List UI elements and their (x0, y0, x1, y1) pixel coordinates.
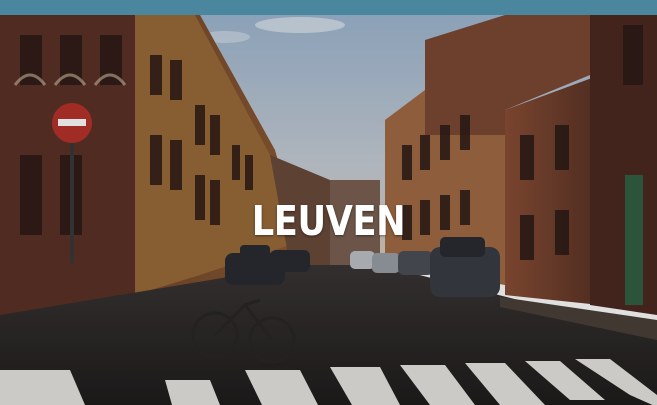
street-photo: LEUVEN (0, 15, 657, 405)
city-title: LEUVEN (251, 197, 406, 245)
hero-card: LEUVEN (0, 0, 657, 405)
top-accent-bar (0, 0, 657, 15)
